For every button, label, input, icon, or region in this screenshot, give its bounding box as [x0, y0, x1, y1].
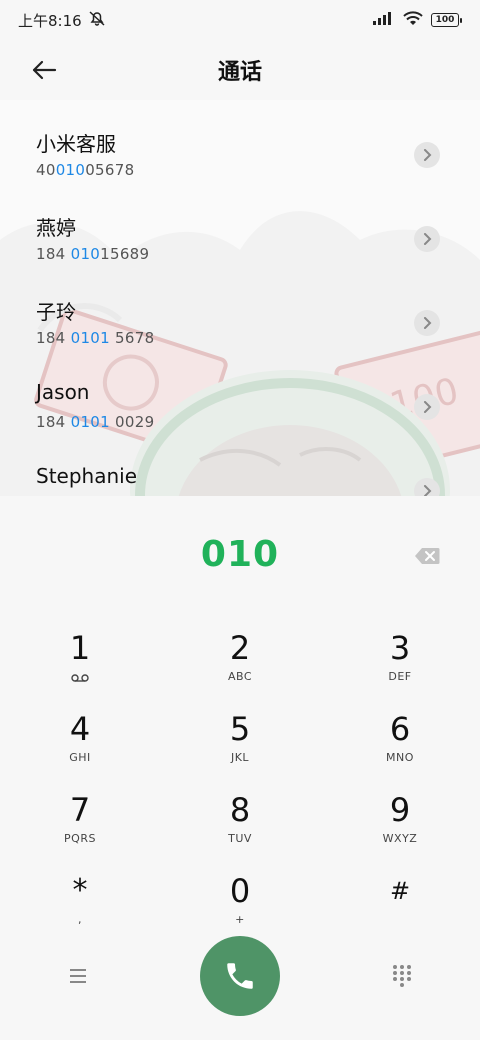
phone-icon: [227, 963, 253, 989]
list-item[interactable]: 小米客服 4001005678: [0, 100, 480, 184]
call-button[interactable]: [200, 936, 280, 1016]
key-6[interactable]: 6 MNO: [340, 709, 460, 787]
contact-name: Stephanie: [36, 464, 138, 488]
contact-name: 燕婷: [36, 216, 76, 240]
menu-icon: [70, 969, 86, 983]
details-button[interactable]: [414, 478, 440, 496]
voicemail-icon: [71, 672, 89, 685]
signal-icon: [373, 11, 395, 29]
contact-name: 小米客服: [36, 132, 116, 156]
contact-number: 184 0101 0029: [36, 413, 155, 431]
chevron-right-icon: [424, 233, 432, 245]
key-4[interactable]: 4 GHI: [20, 709, 140, 787]
battery-level: 100: [431, 13, 459, 27]
key-8[interactable]: 8 TUV: [180, 790, 300, 868]
contact-list[interactable]: 100 小米客服 4001005678 燕婷 184 01015689 子玲 1…: [0, 100, 480, 496]
chevron-right-icon: [424, 317, 432, 329]
status-time: 上午8:16: [18, 11, 82, 30]
status-bar: 上午8:16 100: [0, 0, 480, 40]
key-7[interactable]: 7 PQRS: [20, 790, 140, 868]
contact-number: 184 0101 5678: [36, 329, 155, 347]
mute-icon: [88, 10, 106, 30]
list-item[interactable]: Jason 184 0101 0029: [0, 352, 480, 436]
wifi-icon: [403, 10, 423, 30]
dialpad-toggle-button[interactable]: [388, 962, 416, 990]
dial-display: 010: [0, 496, 480, 616]
dialed-number: 010: [200, 534, 280, 575]
battery-icon: 100: [431, 13, 462, 27]
list-item[interactable]: 燕婷 184 01015689: [0, 184, 480, 268]
menu-button[interactable]: [64, 964, 92, 988]
key-9[interactable]: 9 WXYZ: [340, 790, 460, 868]
backspace-icon: [415, 548, 440, 564]
key-1[interactable]: 1: [20, 628, 140, 706]
details-button[interactable]: [414, 142, 440, 168]
keypad: 1 2 ABC 3 DEF 4 GHI 5 JKL 6 MNO 7 PQRS 8…: [0, 616, 480, 940]
key-3[interactable]: 3 DEF: [340, 628, 460, 706]
bottom-bar: [0, 936, 480, 1016]
chevron-right-icon: [424, 401, 432, 413]
chevron-right-icon: [424, 485, 432, 496]
header: 通话: [0, 40, 480, 100]
list-item[interactable]: 子玲 184 0101 5678: [0, 268, 480, 352]
key-2[interactable]: 2 ABC: [180, 628, 300, 706]
contact-number: 184 01015689: [36, 245, 150, 263]
list-item[interactable]: Stephanie: [0, 436, 480, 496]
chevron-right-icon: [424, 149, 432, 161]
details-button[interactable]: [414, 394, 440, 420]
contact-name: Jason: [36, 380, 90, 404]
details-button[interactable]: [414, 310, 440, 336]
backspace-button[interactable]: [412, 544, 442, 568]
contact-name: 子玲: [36, 300, 76, 324]
dialpad-icon: [393, 965, 411, 987]
page-title: 通话: [217, 60, 262, 85]
contact-number: 4001005678: [36, 161, 135, 179]
details-button[interactable]: [414, 226, 440, 252]
key-5[interactable]: 5 JKL: [180, 709, 300, 787]
